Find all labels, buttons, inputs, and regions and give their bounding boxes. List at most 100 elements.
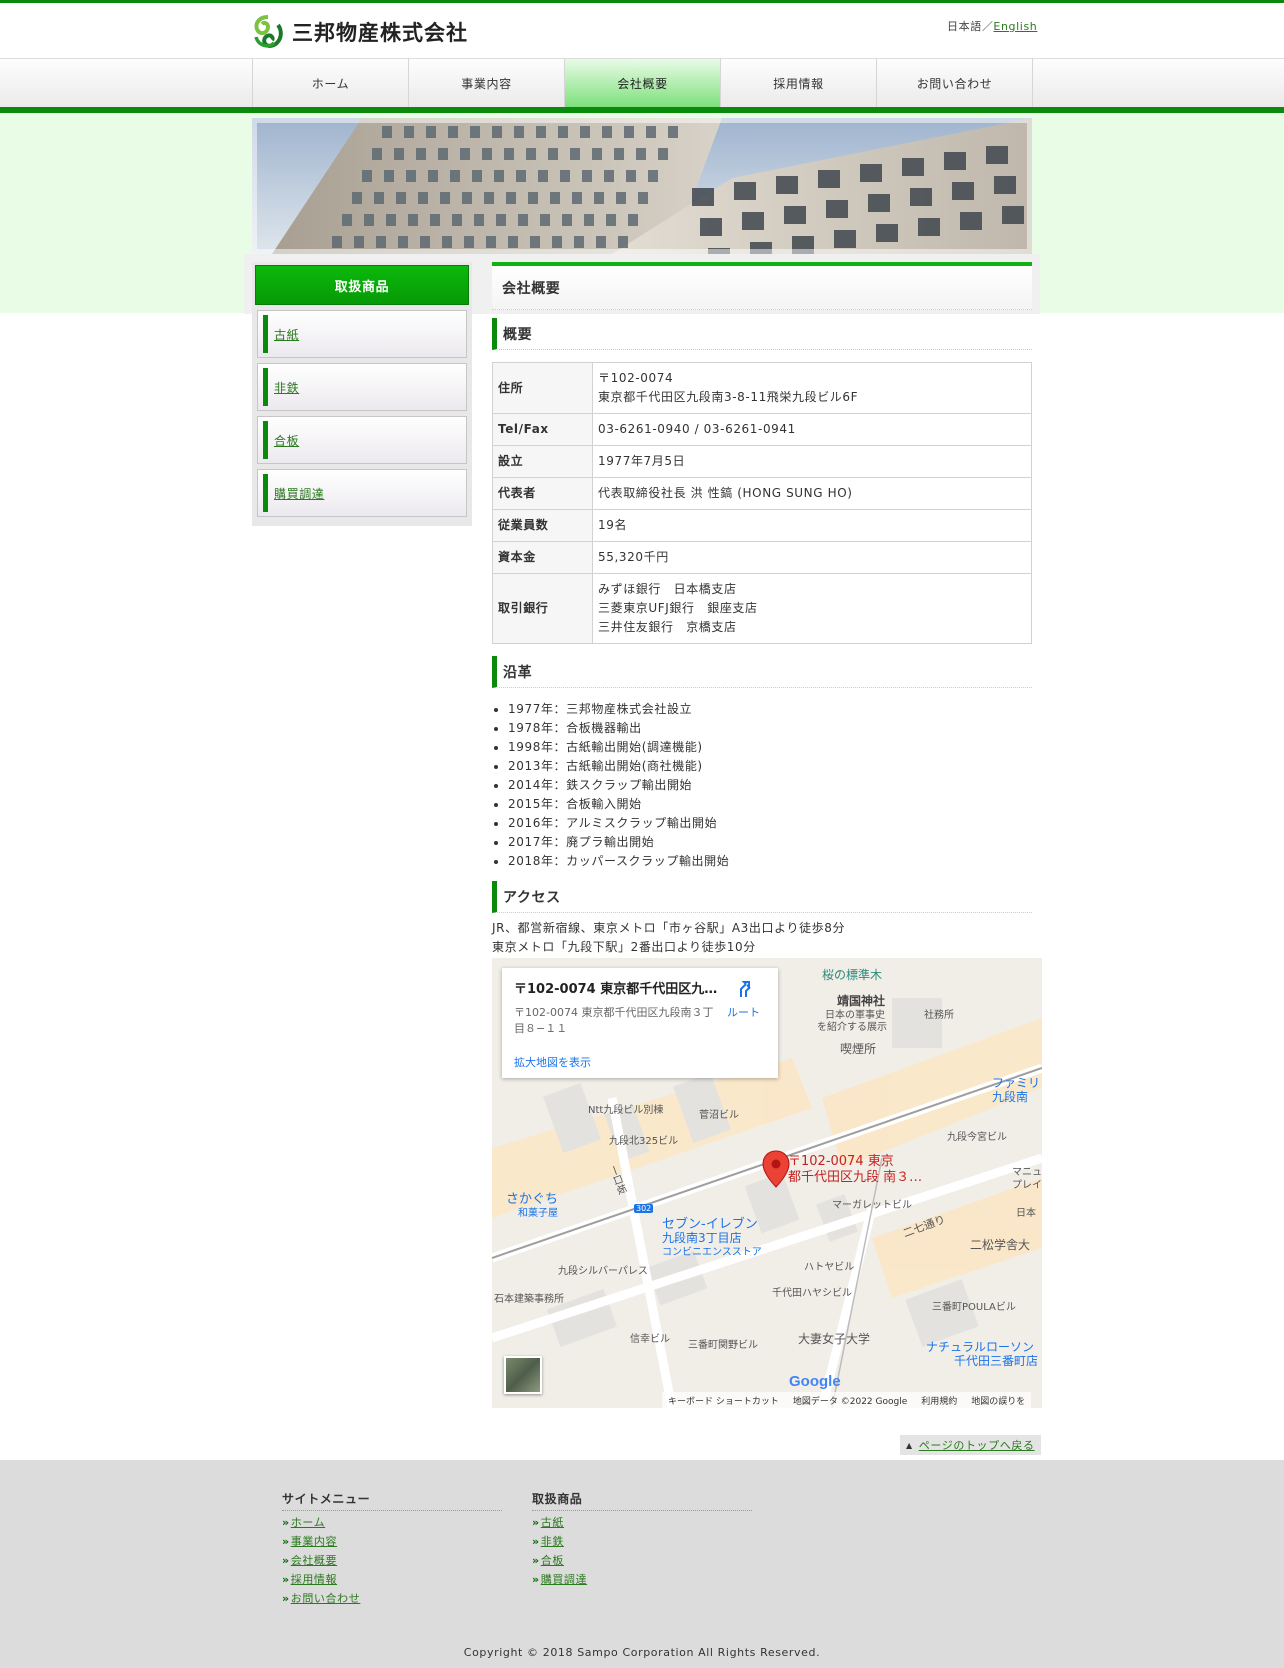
sidebar-item-nonferrous[interactable]: 非鉄 (257, 363, 467, 411)
keyboard-shortcuts-link[interactable]: キーボード ショートカット (668, 1394, 779, 1407)
footer-site-menu-item[interactable]: »事業内容 (282, 1532, 502, 1551)
nav-item-business[interactable]: 事業内容 (409, 59, 565, 108)
double-chevron-icon: » (282, 1535, 290, 1548)
sidebar-item-paper[interactable]: 古紙 (257, 310, 467, 358)
sidebar-link-nonferrous[interactable]: 非鉄 (274, 379, 299, 396)
overview-row: 取引銀行 みずほ銀行 日本橋支店 三菱東京UFJ銀行 銀座支店 三井住友銀行 京橋支店 (492, 573, 1032, 644)
report-error-link[interactable]: 地図の誤りを (971, 1394, 1025, 1407)
double-chevron-icon: » (282, 1573, 290, 1586)
language-switcher: 日本語／English (947, 18, 1037, 34)
map-label: 大妻女子大学 (798, 1332, 871, 1346)
overview-value: 1977年7月5日 (592, 445, 1032, 478)
overview-value-line: 三井住友銀行 京橋支店 (598, 620, 737, 634)
map-label: 九段今宮ビル (947, 1132, 1007, 1143)
footer-products-link[interactable]: 合板 (541, 1554, 564, 1567)
lang-separator: ／ (981, 20, 994, 33)
map-card-address: 〒102-0074 東京都千代田区九段南３丁目８−１１ (514, 1006, 714, 1035)
global-nav: ホーム 事業内容 会社概要 採用情報 お問い合わせ (0, 58, 1284, 108)
sidebar-link-procurement[interactable]: 購買調達 (274, 485, 324, 502)
double-chevron-icon: » (282, 1592, 290, 1605)
history-item: 2014年：鉄スクラップ輸出開始 (508, 776, 1032, 795)
footer-products-item[interactable]: »合板 (532, 1551, 752, 1570)
overview-value-line: 代表取締役社長 洪 性鎬 (HONG SUNG HO) (598, 486, 853, 500)
overview-row: 代表者 代表取締役社長 洪 性鎬 (HONG SUNG HO) (492, 477, 1032, 510)
footer-site-menu-link[interactable]: お問い合わせ (291, 1592, 361, 1605)
map-label: 桜の標準木 (822, 968, 883, 982)
copyright: Copyright © 2018 Sampo Corporation All R… (463, 1646, 821, 1659)
google-map[interactable]: 桜の標準木 靖国神社 日本の軍事史 を紹介する展示 社務所 喫煙所 Ntt九段ビ… (492, 958, 1042, 1408)
overview-row: 設立 1977年7月5日 (492, 445, 1032, 478)
footer-products-item[interactable]: »古紙 (532, 1513, 752, 1532)
access-info: JR、都営新宿線、東京メトロ「市ヶ谷駅」A3出口より徒歩8分 東京メトロ「九段下… (492, 919, 1032, 957)
footer-products-link[interactable]: 古紙 (541, 1516, 564, 1529)
overview-value: 03-6261-0940 / 03-6261-0941 (592, 413, 1032, 446)
footer-site-menu-item[interactable]: »採用情報 (282, 1570, 502, 1589)
lang-japanese: 日本語 (947, 20, 982, 33)
double-chevron-icon: » (532, 1554, 540, 1567)
double-chevron-icon: » (282, 1516, 290, 1529)
directions-link[interactable]: ルート (727, 1004, 760, 1020)
hero-building-image (252, 118, 1032, 254)
overview-key: 取引銀行 (492, 573, 593, 644)
history-item: 2017年：廃プラ輸出開始 (508, 833, 1032, 852)
site-footer: サイトメニュー »ホーム »事業内容 »会社概要 »採用情報 »お問い合わせ 取扱商品 … (0, 1460, 1284, 1668)
overview-value-line: 三菱東京UFJ銀行 銀座支店 (598, 601, 758, 615)
footer-site-menu-item[interactable]: »ホーム (282, 1513, 502, 1532)
overview-key: Tel/Fax (492, 413, 593, 446)
access-line-ichigaya: JR、都営新宿線、東京メトロ「市ヶ谷駅」A3出口より徒歩8分 (492, 921, 846, 935)
map-label: ハトヤビル (804, 1262, 855, 1273)
history-heading: 沿革 (492, 656, 1032, 688)
lang-english-link[interactable]: English (993, 20, 1037, 33)
history-item: 2016年：アルミスクラップ輸出開始 (508, 814, 1032, 833)
satellite-toggle[interactable] (504, 1356, 542, 1394)
company-logo[interactable]: 三邦物産株式会社 (252, 14, 468, 50)
map-label: 二松学舎大 (970, 1238, 1031, 1252)
sidebar-link-paper[interactable]: 古紙 (274, 326, 299, 343)
history-item: 2013年：古紙輸出開始(商社機能) (508, 757, 1032, 776)
footer-site-menu-link[interactable]: 会社概要 (291, 1554, 337, 1567)
footer-products-item[interactable]: »非鉄 (532, 1532, 752, 1551)
sidebar-products: 取扱商品 古紙 非鉄 合板 購買調達 (252, 262, 472, 526)
overview-key: 代表者 (492, 477, 593, 510)
overview-row: 住所 〒102-0074 東京都千代田区九段南3-8-11飛栄九段ビル6F (492, 362, 1032, 414)
access-heading: アクセス (492, 881, 1032, 913)
map-label: 九段シルバーパレス (558, 1266, 648, 1277)
footer-products-item[interactable]: »購買調達 (532, 1570, 752, 1589)
map-label: 九段北325ビル (609, 1136, 679, 1147)
sidebar-item-procurement[interactable]: 購買調達 (257, 469, 467, 517)
larger-map-link[interactable]: 拡大地図を表示 (514, 1054, 591, 1070)
map-data-credit: 地図データ ©2022 Google (792, 1396, 908, 1407)
sidebar-item-plywood[interactable]: 合板 (257, 416, 467, 464)
nav-item-home[interactable]: ホーム (253, 59, 409, 108)
history-item: 2015年：合板輸入開始 (508, 795, 1032, 814)
page-top-button[interactable]: ▲ ページのトップへ戻る (900, 1435, 1041, 1455)
footer-site-menu-item[interactable]: »お問い合わせ (282, 1589, 502, 1608)
map-label: 社務所 (924, 1010, 954, 1021)
sidebar-link-plywood[interactable]: 合板 (274, 432, 299, 449)
footer-site-menu-link[interactable]: 事業内容 (291, 1535, 337, 1548)
nav-item-recruit[interactable]: 採用情報 (721, 59, 877, 108)
nav-item-contact[interactable]: お問い合わせ (877, 59, 1033, 108)
pin-label-line2: 都千代田区九段 南３… (788, 1170, 923, 1185)
page-top-link[interactable]: ページのトップへ戻る (919, 1437, 1035, 1453)
overview-value-line: 東京都千代田区九段南3-8-11飛栄九段ビル6F (598, 390, 859, 404)
footer-site-menu-item[interactable]: »会社概要 (282, 1551, 502, 1570)
overview-value-line: 〒102-0074 (598, 371, 674, 385)
site-header: 三邦物産株式会社 日本語／English (0, 3, 1284, 58)
terms-link[interactable]: 利用規約 (921, 1394, 957, 1407)
directions-icon[interactable] (736, 980, 754, 998)
access-line-kudanshita: 東京メトロ「九段下駅」2番出口より徒歩10分 (492, 940, 756, 954)
footer-site-menu-heading: サイトメニュー (282, 1490, 502, 1511)
nav-item-company[interactable]: 会社概要 (565, 59, 721, 108)
map-label: 菅沼ビル (699, 1110, 739, 1121)
history-item: 2018年：カッパースクラップ輸出開始 (508, 852, 1032, 871)
map-label: 喫煙所 (840, 1042, 877, 1056)
overview-value-line: 19名 (598, 518, 628, 532)
footer-site-menu-link[interactable]: ホーム (291, 1516, 325, 1529)
double-chevron-icon: » (532, 1573, 540, 1586)
footer-products-link[interactable]: 非鉄 (541, 1535, 564, 1548)
footer-products-link[interactable]: 購買調達 (541, 1573, 587, 1586)
overview-heading: 概要 (492, 318, 1032, 350)
map-pin-icon[interactable] (762, 1150, 790, 1188)
footer-site-menu-link[interactable]: 採用情報 (291, 1573, 337, 1586)
